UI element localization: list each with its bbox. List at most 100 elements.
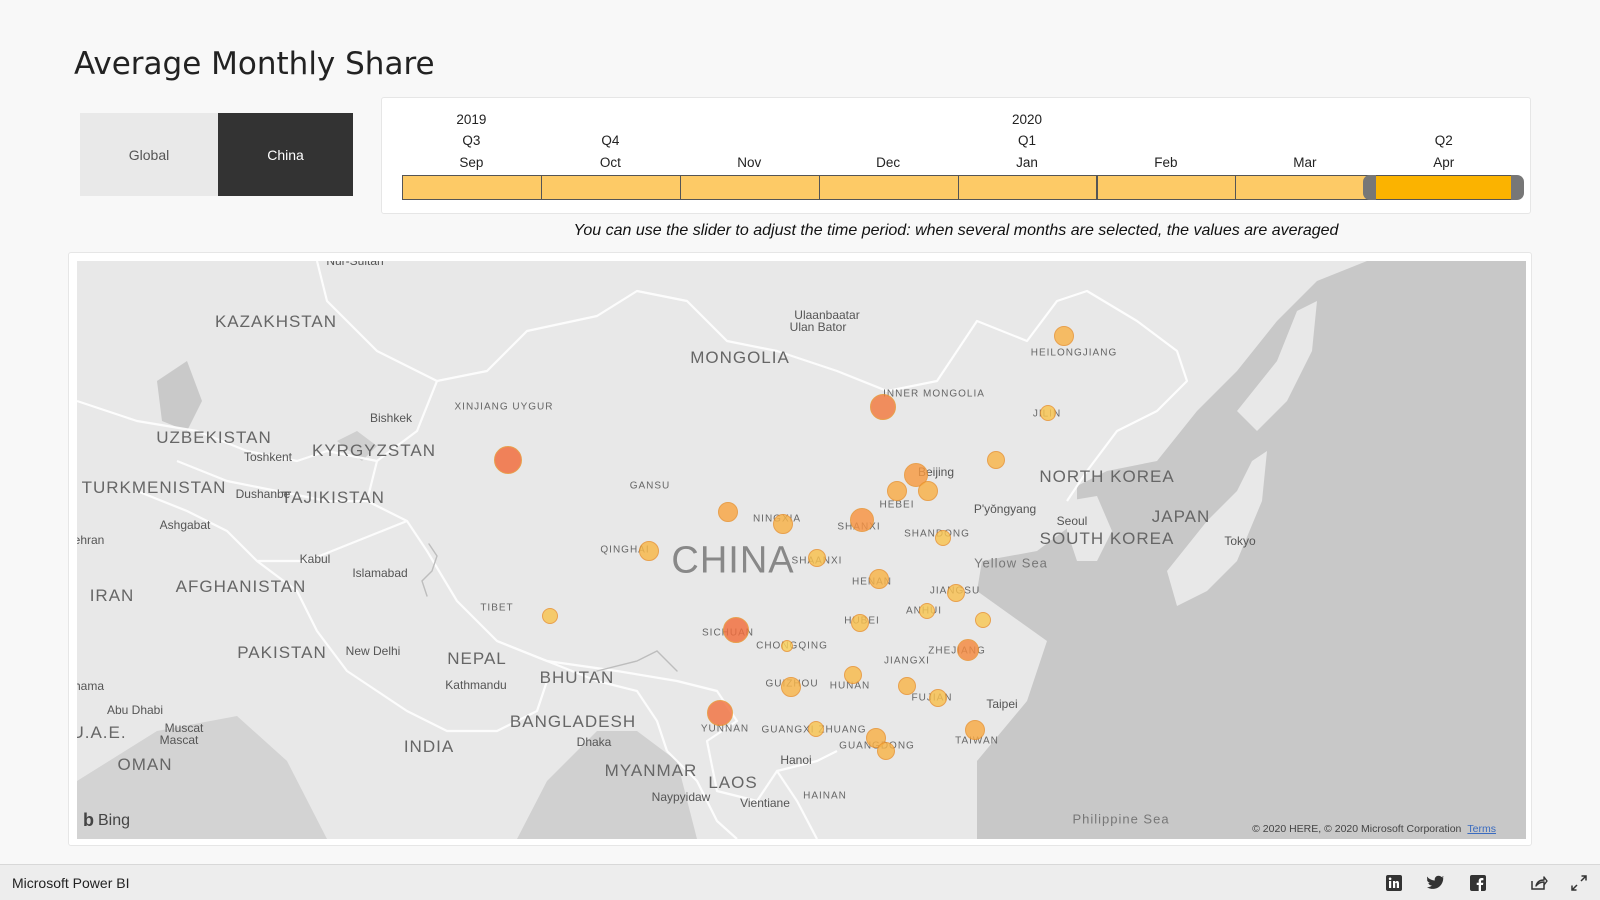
- month-label: Nov: [737, 155, 762, 170]
- map-bubble[interactable]: [947, 584, 965, 602]
- map-bubble[interactable]: [851, 614, 869, 632]
- map-bubble[interactable]: [919, 603, 935, 619]
- footer-bar: Microsoft Power BI: [0, 864, 1600, 900]
- expand-icon[interactable]: [1570, 874, 1588, 892]
- quarter-label: Q4: [601, 133, 620, 148]
- country-label: UZBEKISTAN: [156, 428, 272, 447]
- map-copyright: © 2020 HERE, © 2020 Microsoft Corporatio…: [1252, 823, 1462, 835]
- china-button[interactable]: China: [218, 113, 353, 196]
- map-bubble[interactable]: [887, 481, 907, 501]
- map-bubble[interactable]: [965, 720, 985, 740]
- map-bubble[interactable]: [898, 677, 916, 695]
- country-label: KYRGYZSTAN: [312, 441, 436, 460]
- province-label: YUNNAN: [700, 723, 750, 735]
- country-label: AFGHANISTAN: [175, 577, 307, 596]
- country-label: MYANMAR: [604, 761, 698, 780]
- terms-link[interactable]: Terms: [1467, 823, 1496, 835]
- map-bubble[interactable]: [494, 446, 522, 474]
- map-bubble[interactable]: [918, 481, 938, 501]
- city-label: Bishkek: [369, 411, 413, 425]
- timeline-cell-mar[interactable]: [1235, 175, 1376, 200]
- map-bubble[interactable]: [808, 721, 824, 737]
- map-bubble[interactable]: [844, 666, 862, 684]
- province-label: HEBEI: [879, 499, 915, 511]
- map-bubble[interactable]: [975, 612, 991, 628]
- map-bubble[interactable]: [718, 502, 738, 522]
- map-bubble[interactable]: [639, 541, 659, 561]
- country-label: U.A.E.: [77, 723, 127, 742]
- map-bubble[interactable]: [773, 514, 793, 534]
- quarter-label: Q3: [462, 133, 481, 148]
- country-label: SOUTH KOREA: [1039, 529, 1175, 548]
- quarter-label: Q1: [1018, 133, 1037, 148]
- city-label: Ashgabat: [159, 518, 211, 532]
- bing-logo: b Bing: [83, 810, 130, 831]
- month-label: Feb: [1154, 155, 1178, 170]
- country-label: IRAN: [89, 586, 135, 605]
- city-label: Nur-Sultan: [326, 261, 384, 268]
- map-bubble[interactable]: [1040, 405, 1056, 421]
- province-label: TIBET: [480, 602, 514, 614]
- month-label: Dec: [876, 155, 901, 170]
- map-bubble[interactable]: [781, 677, 801, 697]
- slider-hint: You can use the slider to adjust the tim…: [573, 222, 1339, 239]
- map-bubble[interactable]: [935, 530, 951, 546]
- country-label: TAJIKISTAN: [281, 488, 385, 507]
- map-bubble[interactable]: [869, 569, 889, 589]
- city-label: P'yŏngyang: [973, 502, 1037, 516]
- province-label: HEILONGJIANG: [1030, 347, 1118, 359]
- share-icon[interactable]: [1530, 874, 1548, 892]
- country-label: KAZAKHSTAN: [214, 312, 338, 331]
- city-label: Islamabad: [352, 566, 408, 580]
- map-bubble[interactable]: [870, 394, 896, 420]
- map-bubble[interactable]: [929, 689, 947, 707]
- timeline-cell-apr[interactable]: [1374, 175, 1515, 200]
- timeline-cell-dec[interactable]: [818, 175, 959, 200]
- month-label: Jan: [1016, 155, 1038, 170]
- country-label: INDIA: [403, 737, 455, 756]
- province-label: GANSU: [629, 480, 671, 492]
- china-label: CHINA: [671, 539, 795, 582]
- city-label: Kathmandu: [445, 678, 507, 692]
- map-bubble[interactable]: [808, 549, 826, 567]
- filled-map[interactable]: KAZAKHSTAN MONGOLIA UZBEKISTAN KYRGYZSTAN TU…: [77, 261, 1526, 839]
- province-label: HAINAN: [803, 790, 847, 802]
- map-bubble[interactable]: [542, 608, 558, 624]
- country-label: BANGLADESH: [509, 712, 637, 731]
- linkedin-icon[interactable]: [1385, 874, 1403, 892]
- power-bi-brand[interactable]: Microsoft Power BI: [12, 875, 129, 891]
- year-label: 2019: [456, 112, 487, 127]
- country-label: JAPAN: [1151, 507, 1211, 526]
- city-label: Dushanbe: [235, 487, 291, 501]
- map-bubble[interactable]: [987, 451, 1005, 469]
- global-button[interactable]: Global: [80, 113, 218, 196]
- report-canvas: Average Monthly Share Global China 2019 2…: [0, 0, 1600, 900]
- map-bubble[interactable]: [877, 742, 895, 760]
- slider-start-handle[interactable]: [1363, 175, 1377, 200]
- timeline-cell-jan[interactable]: [957, 175, 1098, 200]
- country-label: NORTH KOREA: [1039, 467, 1175, 486]
- map-bubble[interactable]: [781, 640, 793, 652]
- city-label: Abu Dhabi: [106, 703, 164, 717]
- map-bubble[interactable]: [1054, 326, 1074, 346]
- map-bubble[interactable]: [707, 700, 733, 726]
- map-bubble[interactable]: [957, 639, 979, 661]
- sea-label: Yellow Sea: [974, 555, 1048, 571]
- bing-icon: b: [83, 810, 94, 830]
- map-bubble[interactable]: [723, 617, 749, 643]
- city-label: Hanoi: [780, 753, 812, 767]
- slider-end-handle[interactable]: [1511, 175, 1525, 200]
- timeline-cell-feb[interactable]: [1096, 175, 1237, 200]
- map-bubble[interactable]: [850, 508, 874, 532]
- city-label: Dhaka: [576, 735, 612, 749]
- country-label: LAOS: [708, 773, 758, 792]
- timeline-bar[interactable]: [402, 175, 1525, 200]
- twitter-icon[interactable]: [1427, 874, 1445, 892]
- facebook-icon[interactable]: [1469, 874, 1487, 892]
- timeline-cell-nov[interactable]: [679, 175, 820, 200]
- country-label: MONGOLIA: [690, 348, 790, 367]
- timeline-cell-sep[interactable]: [402, 175, 542, 200]
- bing-wordmark: Bing: [98, 811, 131, 829]
- country-label: TURKMENISTAN: [81, 478, 227, 497]
- timeline-cell-oct[interactable]: [540, 175, 681, 200]
